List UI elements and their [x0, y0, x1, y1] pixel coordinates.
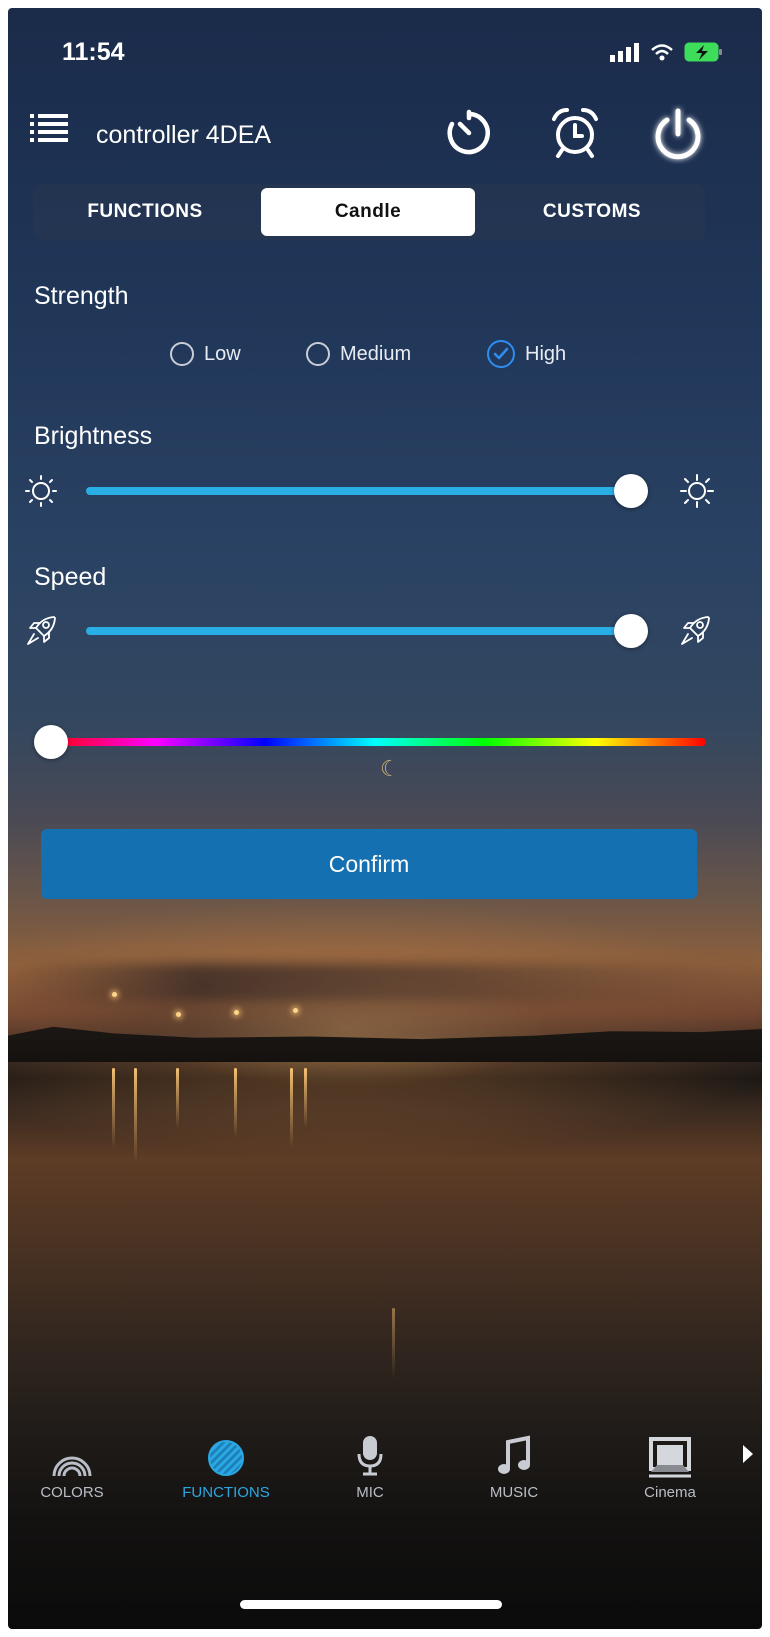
tab-functions[interactable]: FUNCTIONS — [41, 188, 249, 236]
nav-colors[interactable]: COLORS — [12, 1428, 132, 1501]
strength-option-label: Medium — [340, 342, 412, 365]
background-reflection — [234, 1068, 237, 1138]
background-reflection — [290, 1068, 293, 1148]
background-cloud — [8, 963, 762, 1003]
nav-label: MIC — [356, 1484, 384, 1501]
nav-label: COLORS — [40, 1484, 104, 1501]
speed-slider-track — [86, 627, 631, 635]
mode-tabs: FUNCTIONS Candle CUSTOMS — [33, 184, 705, 240]
background-reflection — [176, 1068, 179, 1128]
background-reflection — [304, 1068, 307, 1128]
brightness-high-icon — [680, 474, 714, 508]
wifi-icon — [651, 44, 673, 61]
bottom-nav: COLORS FUNCTIONS MIC MUSIC Cinema — [8, 1428, 762, 1568]
strength-option-label: Low — [204, 342, 241, 365]
color-slider-thumb[interactable] — [34, 725, 68, 759]
microphone-icon — [355, 1428, 385, 1478]
nav-functions[interactable]: FUNCTIONS — [166, 1428, 286, 1501]
strength-option-low[interactable]: Low — [170, 342, 241, 366]
nav-cinema[interactable]: Cinema — [610, 1428, 730, 1501]
strength-option-label: High — [525, 342, 567, 365]
nav-label: Cinema — [644, 1484, 696, 1501]
brightness-slider-track — [86, 487, 631, 495]
nav-next-arrow-icon[interactable] — [742, 1444, 754, 1464]
radio-unchecked-icon — [170, 342, 194, 366]
background-moon: ☾ — [380, 756, 400, 781]
striped-circle-icon — [206, 1428, 246, 1478]
speed-slider[interactable] — [86, 614, 648, 648]
app-screen: ☾ 11:54 controller 4DEA FUNCTIONS Candle… — [8, 8, 762, 1629]
strength-option-high[interactable]: High — [487, 340, 566, 368]
music-note-icon — [496, 1428, 532, 1478]
brightness-label: Brightness — [34, 422, 153, 450]
checkmark-icon — [493, 347, 509, 360]
status-time: 11:54 — [62, 38, 125, 66]
rocket-fast-icon — [681, 616, 710, 645]
background-light — [112, 992, 117, 997]
power-icon[interactable] — [648, 104, 708, 164]
nav-music[interactable]: MUSIC — [454, 1428, 574, 1501]
menu-list-icon[interactable] — [30, 112, 70, 148]
rocket-slow-icon — [27, 616, 56, 645]
battery-charging-icon — [684, 42, 722, 62]
radio-unchecked-icon — [306, 342, 330, 366]
color-slider-track — [44, 738, 706, 746]
nav-mic[interactable]: MIC — [310, 1428, 430, 1501]
timer-icon[interactable] — [444, 108, 494, 158]
signal-icon — [610, 43, 639, 62]
confirm-button[interactable]: Confirm — [41, 829, 697, 899]
strength-option-medium[interactable]: Medium — [306, 342, 411, 366]
rainbow-icon — [50, 1428, 94, 1478]
status-icons — [610, 38, 724, 66]
background-light — [176, 1012, 181, 1017]
speed-slider-thumb[interactable] — [614, 614, 648, 648]
cinema-screen-icon — [648, 1428, 692, 1478]
background-reflection — [134, 1068, 137, 1163]
brightness-slider[interactable] — [86, 474, 648, 508]
background-light — [234, 1010, 239, 1015]
alarm-clock-icon[interactable] — [548, 105, 602, 161]
color-slider[interactable] — [34, 725, 706, 759]
tab-candle[interactable]: Candle — [261, 188, 475, 236]
tab-customs[interactable]: CUSTOMS — [487, 188, 697, 236]
brightness-low-icon — [25, 475, 57, 507]
brightness-slider-thumb[interactable] — [614, 474, 648, 508]
background-reflection — [112, 1068, 115, 1148]
nav-label: MUSIC — [489, 1484, 539, 1501]
strength-label: Strength — [34, 282, 129, 310]
home-indicator — [240, 1600, 502, 1609]
nav-label: FUNCTIONS — [182, 1484, 270, 1501]
background-reflection — [392, 1308, 395, 1378]
device-title: controller 4DEA — [96, 121, 272, 149]
radio-checked-icon — [487, 340, 515, 368]
speed-label: Speed — [34, 563, 107, 591]
background-light — [293, 1008, 298, 1013]
